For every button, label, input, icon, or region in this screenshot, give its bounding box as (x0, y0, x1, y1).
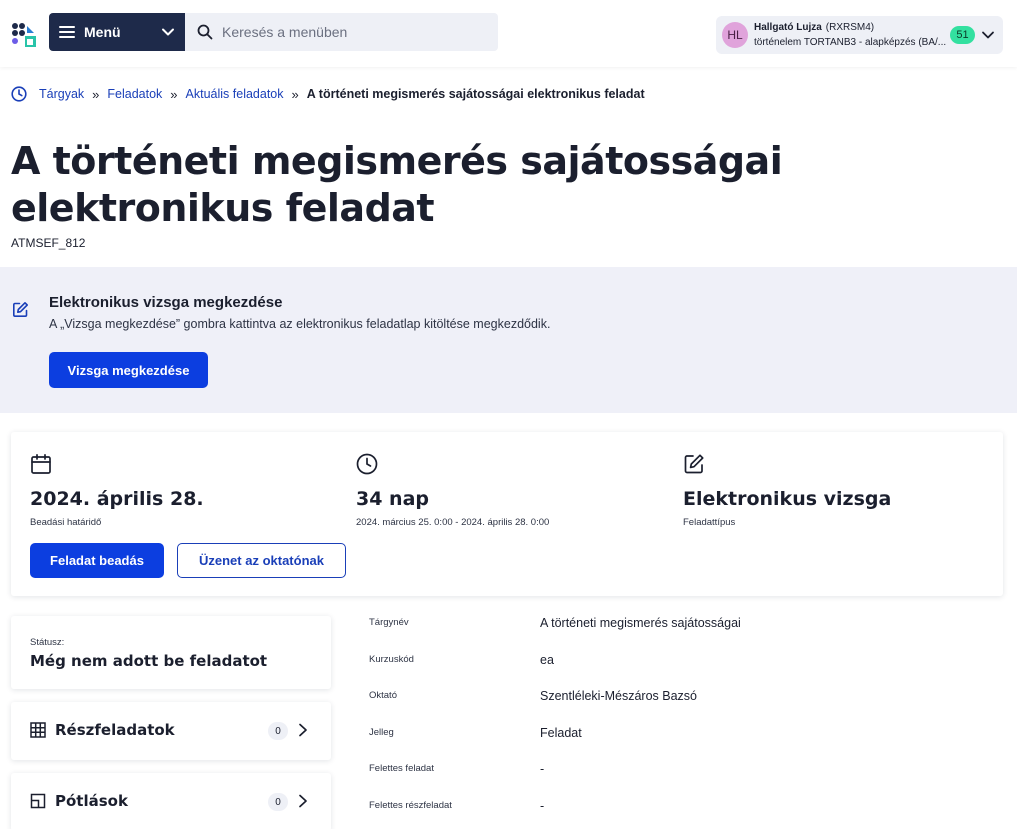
hamburger-icon (59, 26, 75, 38)
detail-value: A történeti megismerés sajátosságai (540, 616, 741, 630)
breadcrumb-separator: » (170, 86, 178, 102)
notification-badge[interactable]: 51 (950, 26, 975, 44)
makeups-label: Pótlások (55, 792, 128, 810)
main-menu-button[interactable]: Menü (49, 13, 185, 51)
deadline-value: 2024. április 28. (30, 488, 204, 510)
detail-value: Szentléleki-Mészáros Bazsó (540, 689, 698, 703)
task-code: ATMSEF_812 (11, 236, 86, 250)
menu-label: Menü (84, 24, 121, 40)
user-program: történelem TORTANB3 - alapképzés (BA/... (754, 37, 947, 48)
duration-value: 34 nap (356, 488, 430, 510)
clock-icon (11, 86, 27, 102)
exam-start-banner: Elektronikus vizsga megkezdése A „Vizsga… (0, 267, 1017, 413)
makeup-icon (30, 793, 46, 809)
user-name: Hallgató Lujza (754, 22, 822, 33)
detail-key: Jelleg (369, 727, 394, 738)
chevron-down-icon (982, 31, 994, 39)
detail-key: Oktató (369, 690, 397, 701)
exam-banner-title: Elektronikus vizsga megkezdése (49, 294, 283, 311)
submit-task-button[interactable]: Feladat beadás (30, 543, 164, 578)
exam-banner-description: A „Vizsga megkezdése” gombra kattintva a… (49, 317, 551, 331)
chevron-right-icon (299, 794, 307, 808)
task-type-value: Elektronikus vizsga (683, 488, 892, 510)
top-bar: Menü HL Hallgató Lujza(RXRSM4) történele… (0, 0, 1017, 67)
duration-range: 2024. március 25. 0:00 - 2024. április 2… (356, 517, 550, 528)
search-icon (197, 24, 213, 40)
breadcrumb-link-feladatok[interactable]: Feladatok (107, 87, 162, 101)
detail-row-parent-task: Felettes feladat - (369, 751, 989, 788)
detail-value: - (540, 799, 545, 813)
breadcrumb-link-aktualis-feladatok[interactable]: Aktuális feladatok (186, 87, 284, 101)
detail-key: Felettes feladat (369, 763, 434, 774)
edit-icon (684, 454, 704, 474)
detail-row-course-code: Kurzuskód ea (369, 642, 989, 679)
breadcrumb-link-targyak[interactable]: Tárgyak (39, 87, 84, 101)
avatar: HL (722, 22, 748, 48)
detail-key: Felettes részfeladat (369, 800, 452, 811)
detail-key: Tárgynév (369, 617, 409, 628)
page-title: A történeti megismerés sajátosságai elek… (11, 139, 783, 230)
detail-value: Feladat (540, 726, 582, 740)
status-card: Státusz: Még nem adott be feladatot (11, 616, 331, 689)
detail-value: ea (540, 653, 554, 667)
subtasks-card[interactable]: Részfeladatok 0 (11, 702, 331, 760)
detail-row-teacher: Oktató Szentléleki-Mészáros Bazsó (369, 678, 989, 715)
user-code: (RXRSM4) (825, 22, 875, 33)
deadline-label: Beadási határidő (30, 517, 102, 528)
subtasks-label: Részfeladatok (55, 721, 175, 739)
breadcrumb: Tárgyak » Feladatok » Aktuális feladatok… (11, 86, 645, 102)
chevron-down-icon (162, 28, 174, 36)
clock-icon (356, 453, 378, 475)
message-teacher-button[interactable]: Üzenet az oktatónak (177, 543, 346, 578)
detail-row-parent-subtask: Felettes részfeladat - (369, 788, 989, 825)
task-type-label: Feladattípus (683, 517, 736, 528)
user-profile-switcher[interactable]: HL Hallgató Lujza (RXRSM4) történelem TOR… (716, 16, 1003, 54)
status-value: Még nem adott be feladatot (30, 652, 268, 670)
calendar-icon (31, 453, 51, 474)
chevron-right-icon (299, 723, 307, 737)
detail-row-kind: Jelleg Feladat (369, 715, 989, 752)
breadcrumb-current: A történeti megismerés sajátosságai elek… (306, 87, 645, 101)
detail-key: Kurzuskód (369, 654, 414, 665)
detail-value: - (540, 762, 545, 776)
breadcrumb-separator: » (92, 86, 100, 102)
edit-icon (13, 302, 28, 317)
search-input[interactable] (222, 24, 486, 40)
makeups-count: 0 (268, 793, 288, 811)
app-logo[interactable] (11, 22, 37, 48)
menu-search (185, 13, 498, 51)
detail-row-subject: Tárgynév A történeti megismerés sajátoss… (369, 605, 989, 642)
grid-icon (30, 722, 46, 738)
subtasks-count: 0 (268, 722, 288, 740)
status-label: Státusz: (30, 637, 65, 648)
breadcrumb-separator: » (291, 86, 299, 102)
user-name-line: Hallgató Lujza (RXRSM4) (754, 22, 874, 33)
makeups-card[interactable]: Pótlások 0 (11, 773, 331, 829)
task-info-card: 2024. április 28. Beadási határidő 34 na… (11, 432, 1003, 596)
start-exam-button[interactable]: Vizsga megkezdése (49, 352, 208, 388)
